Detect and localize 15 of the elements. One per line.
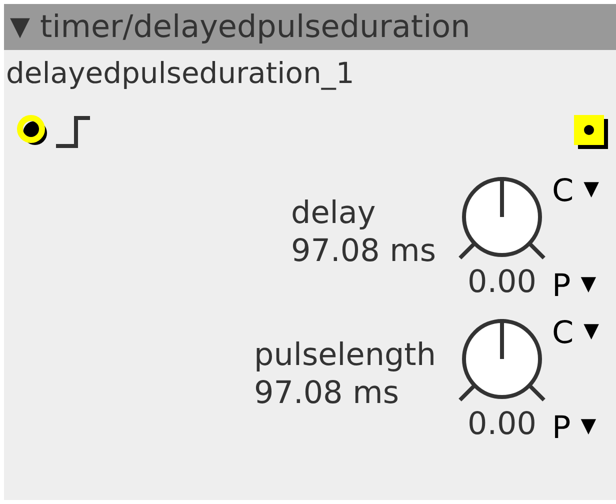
mode-dropdown[interactable]: C $^{▼}$ (552, 312, 616, 351)
parameter-value: 97.08 ms (291, 232, 436, 270)
step-icon (56, 115, 92, 149)
mode-dropdown[interactable]: P $^{▼}$ (552, 407, 616, 446)
instance-name: delayedpulseduration_1 (5, 55, 356, 92)
knob-value: 0.00 (467, 406, 537, 442)
outlet-icon[interactable] (574, 115, 608, 149)
object-type-title: timer/delayedpulseduration (40, 9, 470, 45)
collapse-toggle[interactable]: ▼ (10, 12, 30, 42)
mode-dropdown[interactable]: C $^{▼}$ (552, 170, 616, 209)
parameter-label: pulselength (254, 336, 436, 374)
knob-value: 0.00 (467, 264, 537, 300)
mode-dropdown[interactable]: P $^{▼}$ (552, 265, 616, 304)
parameter-value: 97.08 ms (254, 374, 399, 412)
parameter-label: delay (291, 194, 376, 232)
